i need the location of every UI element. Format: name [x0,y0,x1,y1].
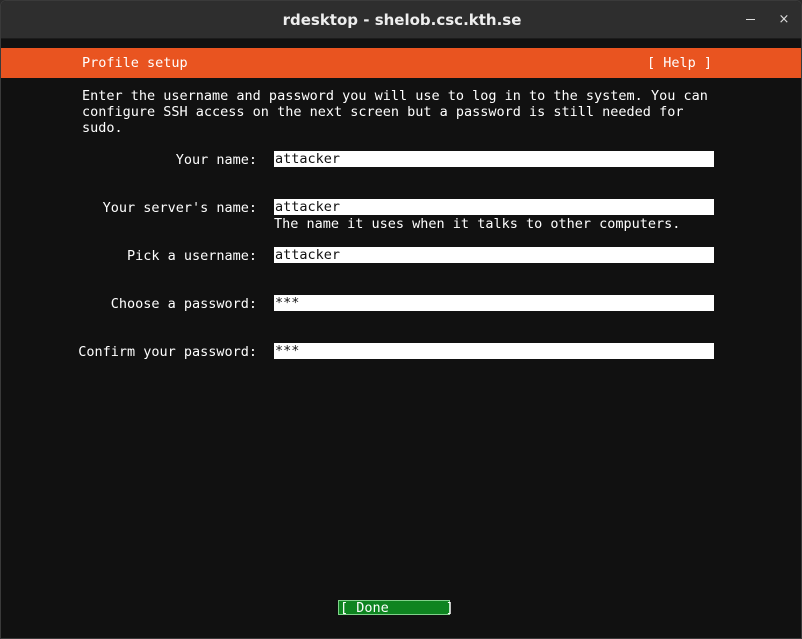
password-input[interactable]: *** [274,295,714,311]
your-name-label: Your name: [175,152,257,168]
help-button[interactable]: [ Help ] [647,48,712,78]
username-input[interactable]: attacker [274,247,714,263]
your-name-input[interactable]: attacker [274,151,714,167]
username-label: Pick a username: [126,248,257,264]
minimize-icon [745,19,755,20]
server-name-label: Your server's name: [102,200,257,216]
server-name-hint: The name it uses when it talks to other … [274,216,681,232]
confirm-password-input[interactable]: *** [274,343,714,359]
close-icon: × [778,12,790,27]
header-bar: Profile setup [ Help ] [1,48,801,78]
intro-text: Enter the username and password you will… [82,88,722,136]
intro-line: Enter the username and password you will… [82,88,708,104]
page-title: Profile setup [82,55,188,71]
rdesktop-window: rdesktop - shelob.csc.kth.se × Profile s… [0,0,802,639]
close-button[interactable]: × [774,10,794,30]
server-name-input[interactable]: attacker [274,199,714,215]
installer-screen: Profile setup [ Help ] Enter the usernam… [1,40,801,638]
intro-line: sudo. [82,120,123,136]
title-bar[interactable]: rdesktop - shelob.csc.kth.se × [1,1,801,39]
window-title: rdesktop - shelob.csc.kth.se [282,11,522,29]
intro-line: configure SSH access on the next screen … [82,104,684,120]
minimize-button[interactable] [740,10,760,30]
confirm-password-label: Confirm your password: [78,344,257,360]
done-button[interactable]: [ Done ] [338,600,454,616]
password-label: Choose a password: [110,296,257,312]
